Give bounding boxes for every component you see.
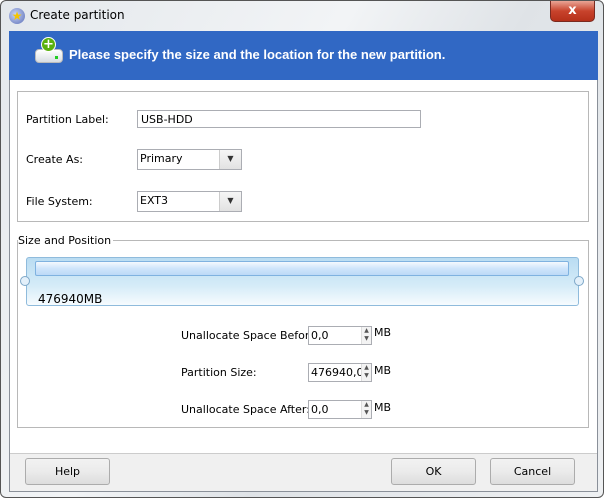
- ok-button[interactable]: OK: [391, 458, 476, 485]
- partition-label-input[interactable]: USB-HDD: [137, 110, 421, 128]
- spin-arrows-icon[interactable]: ▲ ▼: [361, 401, 371, 418]
- create-as-value: Primary: [140, 152, 183, 165]
- right-resize-handle[interactable]: [574, 276, 584, 286]
- close-button[interactable]: x: [550, 1, 595, 22]
- partition-bar-size: 476940MB: [38, 292, 103, 306]
- size-spinner[interactable]: 476940,0 ▲ ▼: [308, 363, 372, 382]
- size-position-legend: Size and Position: [18, 234, 114, 247]
- before-value: 0,0: [311, 329, 329, 342]
- before-unit: MB: [374, 326, 392, 339]
- after-value: 0,0: [311, 403, 329, 416]
- dialog-window: ★ Create partition x + Please specify th…: [0, 0, 604, 498]
- before-spinner[interactable]: 0,0 ▲ ▼: [308, 326, 372, 345]
- partition-label-label: Partition Label:: [26, 113, 109, 126]
- after-unit: MB: [374, 401, 392, 414]
- cancel-button[interactable]: Cancel: [490, 458, 575, 485]
- left-resize-handle[interactable]: [20, 276, 30, 286]
- file-system-value: EXT3: [140, 194, 169, 207]
- file-system-select[interactable]: EXT3 ▼: [137, 191, 242, 212]
- create-as-select[interactable]: Primary ▼: [137, 149, 242, 170]
- after-spinner[interactable]: 0,0 ▲ ▼: [308, 400, 372, 419]
- banner-text: Please specify the size and the location…: [69, 47, 446, 62]
- size-value: 476940,0: [311, 366, 364, 379]
- after-label: Unallocate Space After:: [181, 403, 310, 416]
- file-system-label: File System:: [26, 195, 93, 208]
- chevron-down-icon[interactable]: ▼: [219, 150, 241, 169]
- help-button[interactable]: Help: [25, 458, 110, 485]
- partition-fill: [35, 261, 569, 276]
- window-title: Create partition: [30, 8, 125, 22]
- create-as-label: Create As:: [26, 153, 84, 166]
- before-label: Unallocate Space Before:: [181, 329, 320, 342]
- chevron-down-icon[interactable]: ▼: [219, 192, 241, 211]
- spin-arrows-icon[interactable]: ▲ ▼: [361, 364, 371, 381]
- size-unit: MB: [374, 364, 392, 377]
- size-label: Partition Size:: [181, 366, 257, 379]
- app-icon: ★: [9, 8, 25, 24]
- spin-arrows-icon[interactable]: ▲ ▼: [361, 327, 371, 344]
- plus-icon: +: [41, 37, 56, 52]
